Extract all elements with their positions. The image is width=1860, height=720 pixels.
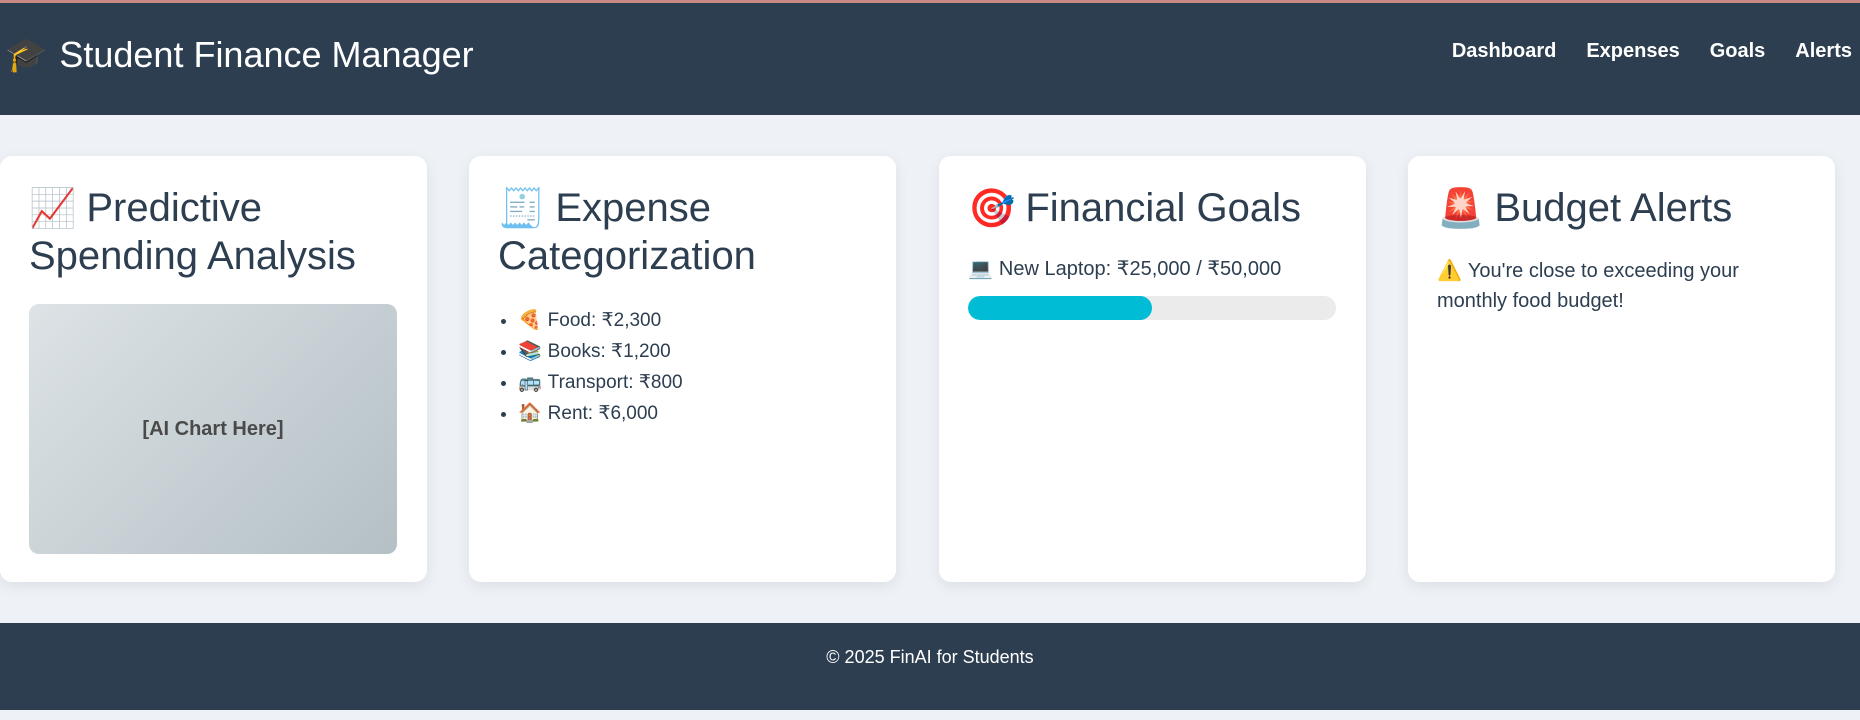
receipt-icon: 🧾: [498, 186, 546, 230]
main-nav: Dashboard Expenses Goals Alerts: [1422, 39, 1852, 63]
card-title: 🧾 Expense Categorization: [498, 184, 867, 280]
laptop-icon: 💻: [968, 256, 993, 280]
nav-goals-link[interactable]: Goals: [1710, 39, 1766, 63]
graduation-cap-icon: 🎓: [5, 35, 48, 75]
expense-item-text: Transport: ₹800: [547, 372, 683, 393]
chart-increasing-icon: 📈: [29, 186, 77, 230]
target-icon: 🎯: [968, 186, 1016, 230]
goal-text: New Laptop: ₹25,000 / ₹50,000: [998, 258, 1282, 280]
app-footer: © 2025 FinAI for Students: [0, 623, 1860, 710]
expense-list: 🍕Food: ₹2,300 📚Books: ₹1,200 🚌Transport:…: [498, 305, 867, 429]
card-title: 📈 Predictive Spending Analysis: [29, 184, 398, 280]
ai-chart-placeholder: [AI Chart Here]: [29, 304, 397, 554]
expense-item: 🍕Food: ₹2,300: [518, 305, 867, 336]
app-title: Student Finance Manager: [59, 34, 474, 75]
expense-item: 📚Books: ₹1,200: [518, 336, 867, 367]
goal-progress-bar: [968, 296, 1336, 320]
alert-message: ⚠️ You're close to exceeding your monthly…: [1437, 255, 1777, 316]
card-title: 🎯 Financial Goals: [968, 184, 1337, 232]
siren-icon: 🚨: [1437, 186, 1485, 230]
expense-item-text: Rent: ₹6,000: [547, 403, 658, 424]
goal-progress-fill: [968, 296, 1152, 320]
budget-alerts-card: 🚨 Budget Alerts ⚠️ You're close to exceedi…: [1408, 156, 1835, 582]
goal-item: 💻 New Laptop: ₹25,000 / ₹50,000: [968, 255, 1337, 282]
card-title: 🚨 Budget Alerts: [1437, 184, 1806, 232]
bus-icon: 🚌: [518, 371, 542, 393]
books-icon: 📚: [518, 340, 542, 362]
chart-placeholder-label: [AI Chart Here]: [142, 417, 284, 440]
alert-message-text: You're close to exceeding your monthly f…: [1437, 260, 1739, 312]
nav-expenses-link[interactable]: Expenses: [1586, 39, 1679, 63]
pizza-icon: 🍕: [518, 309, 542, 331]
expense-categorization-card: 🧾Expense Categorization 🍕Food: ₹2,300 📚B…: [469, 156, 896, 582]
card-title-text: Financial Goals: [1025, 186, 1302, 230]
card-title-text: Predictive Spending Analysis: [29, 186, 356, 278]
nav-alerts-link[interactable]: Alerts: [1795, 39, 1852, 63]
card-title-text: Budget Alerts: [1494, 186, 1733, 230]
expense-item-text: Books: ₹1,200: [547, 341, 671, 362]
expense-item-text: Food: ₹2,300: [547, 310, 662, 331]
expense-item: 🏠Rent: ₹6,000: [518, 398, 867, 429]
nav-dashboard-link[interactable]: Dashboard: [1452, 39, 1556, 63]
brand: 🎓 Student Finance Manager: [5, 33, 474, 77]
app-header: 🎓 Student Finance Manager Dashboard Expe…: [0, 3, 1860, 115]
financial-goals-card: 🎯 Financial Goals 💻 New Laptop: ₹25,000 / …: [939, 156, 1366, 582]
expense-item: 🚌Transport: ₹800: [518, 367, 867, 398]
warning-icon: ⚠️: [1437, 258, 1462, 282]
house-icon: 🏠: [518, 402, 542, 424]
predictive-analysis-card: 📈 Predictive Spending Analysis [AI Chart …: [0, 156, 427, 582]
footer-text: © 2025 FinAI for Students: [826, 647, 1034, 667]
